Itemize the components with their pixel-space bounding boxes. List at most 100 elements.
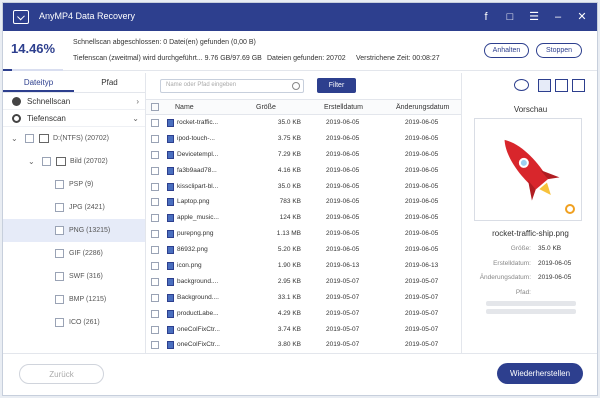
table-row[interactable]: Laptop.png 783 KB 2019-06-05 2019-06-05 bbox=[146, 194, 461, 210]
row-checkbox[interactable] bbox=[151, 246, 159, 255]
cell-created: 2019-05-07 bbox=[326, 277, 360, 285]
tree-item[interactable]: PSP (9) bbox=[3, 173, 145, 196]
table-row[interactable]: productLabe... 4.29 KB 2019-05-07 2019-05-0… bbox=[146, 306, 461, 322]
chevron-down-icon[interactable]: ⌄ bbox=[11, 127, 18, 150]
col-size[interactable]: Größe bbox=[256, 104, 276, 111]
tree-item[interactable]: SWF (316) bbox=[3, 265, 145, 288]
tree-checkbox[interactable] bbox=[42, 157, 51, 166]
image-folder-icon bbox=[56, 157, 66, 166]
row-checkbox[interactable] bbox=[151, 293, 159, 302]
file-icon bbox=[167, 214, 174, 223]
tree-checkbox[interactable] bbox=[55, 295, 64, 304]
tree-item[interactable]: BMP (1215) bbox=[3, 288, 145, 311]
tree-item[interactable]: PNG (13215) bbox=[3, 219, 145, 242]
tree-label: GIF (2286) bbox=[69, 250, 103, 257]
restore-button[interactable]: Wiederherstellen bbox=[497, 363, 583, 384]
tree-checkbox[interactable] bbox=[55, 226, 64, 235]
back-button[interactable]: Zurück bbox=[19, 364, 104, 384]
tree-checkbox[interactable] bbox=[55, 180, 64, 189]
tab-path[interactable]: Pfad bbox=[74, 73, 145, 92]
path-value-blurred-2 bbox=[486, 309, 576, 314]
row-checkbox[interactable] bbox=[151, 198, 159, 207]
chat-icon[interactable]: □ bbox=[503, 10, 517, 24]
tree-checkbox[interactable] bbox=[25, 134, 34, 143]
stop-button[interactable]: Stoppen bbox=[536, 43, 582, 58]
table-row[interactable]: fa3b9aad78... 4.16 KB 2019-06-05 2019-06-05 bbox=[146, 163, 461, 179]
file-icon bbox=[167, 230, 174, 239]
tree-label: ICO (261) bbox=[69, 319, 100, 326]
tab-file-type[interactable]: Dateityp bbox=[3, 73, 74, 92]
quick-scan-item[interactable]: Schnellscan › bbox=[3, 93, 145, 110]
col-modified[interactable]: Änderungsdatum bbox=[396, 104, 449, 111]
row-checkbox[interactable] bbox=[151, 119, 159, 127]
cell-modified: 2019-06-05 bbox=[405, 214, 439, 222]
pause-button[interactable]: Anhalten bbox=[484, 43, 529, 58]
table-row[interactable]: kissclipart-bl... 35.0 KB 2019-06-05 2019-0… bbox=[146, 179, 461, 195]
row-checkbox[interactable] bbox=[151, 150, 159, 159]
grid-view-icon[interactable] bbox=[538, 79, 551, 92]
tree-checkbox[interactable] bbox=[55, 203, 64, 212]
minimize-icon[interactable]: – bbox=[551, 10, 565, 24]
table-row[interactable]: oneColFixCtr... 3.80 KB 2019-05-07 2019-05-… bbox=[146, 337, 461, 353]
select-all-checkbox[interactable] bbox=[151, 103, 159, 111]
table-row[interactable]: Background.... 33.1 KB 2019-05-07 2019-05-0… bbox=[146, 290, 461, 306]
cell-size: 2.95 KB bbox=[277, 277, 301, 285]
search-icon[interactable] bbox=[292, 82, 300, 90]
tree-label: Bild (20702) bbox=[70, 158, 108, 165]
close-icon[interactable]: ✕ bbox=[575, 10, 589, 24]
tree-checkbox[interactable] bbox=[55, 249, 64, 258]
row-checkbox[interactable] bbox=[151, 277, 159, 286]
cell-name: ipod-touch-... bbox=[177, 134, 215, 142]
cell-created: 2019-06-05 bbox=[326, 166, 360, 174]
chevron-down-icon[interactable]: ⌄ bbox=[28, 150, 35, 173]
tree-checkbox[interactable] bbox=[55, 318, 64, 327]
search-input[interactable]: Name oder Pfad eingeben bbox=[160, 79, 304, 93]
col-created[interactable]: Erstelldatum bbox=[324, 104, 363, 111]
deep-scan-item[interactable]: Tiefenscan ⌄ bbox=[3, 110, 145, 127]
list-view-icon[interactable] bbox=[555, 79, 568, 92]
table-row[interactable]: purepng.png 1.13 MB 2019-06-05 2019-06-05 bbox=[146, 226, 461, 242]
tree-item[interactable]: ICO (261) bbox=[3, 311, 145, 334]
row-checkbox[interactable] bbox=[151, 309, 159, 318]
tree-checkbox[interactable] bbox=[55, 272, 64, 281]
table-row[interactable]: icon.png 1.90 KB 2019-06-13 2019-06-13 bbox=[146, 258, 461, 274]
preview-eye-icon[interactable] bbox=[514, 79, 529, 91]
col-name[interactable]: Name bbox=[175, 104, 194, 111]
size-value: 35.0 KB bbox=[538, 245, 562, 252]
cell-size: 783 KB bbox=[279, 198, 301, 206]
filter-button[interactable]: Filter bbox=[317, 78, 356, 93]
row-checkbox[interactable] bbox=[151, 230, 159, 239]
deep-scan-icon bbox=[12, 114, 21, 123]
table-row[interactable]: ipod-touch-... 3.75 KB 2019-06-05 2019-06-0… bbox=[146, 131, 461, 147]
tree-item[interactable]: ⌄ Bild (20702) bbox=[3, 150, 145, 173]
cell-created: 2019-06-05 bbox=[326, 182, 360, 190]
table-row[interactable]: oneColFixCtr... 3.74 KB 2019-05-07 2019-05-… bbox=[146, 322, 461, 338]
table-row[interactable]: 86932.png 5.20 KB 2019-06-05 2019-06-05 bbox=[146, 242, 461, 258]
cell-created: 2019-06-05 bbox=[326, 198, 360, 206]
preview-image bbox=[474, 118, 582, 221]
tree-item[interactable]: ⌄ D:(NTFS) (20702) bbox=[3, 127, 145, 150]
zoom-icon[interactable] bbox=[565, 204, 575, 214]
table-header: Name Größe Erstelldatum Änderungsdatum bbox=[146, 99, 461, 115]
row-checkbox[interactable] bbox=[151, 262, 159, 271]
menu-icon[interactable]: ☰ bbox=[527, 10, 541, 24]
tree-item[interactable]: GIF (2286) bbox=[3, 242, 145, 265]
file-icon bbox=[167, 134, 174, 143]
facebook-icon[interactable]: f bbox=[479, 10, 493, 24]
detail-view-icon[interactable] bbox=[572, 79, 585, 92]
row-checkbox[interactable] bbox=[151, 214, 159, 223]
modified-value: 2019-06-05 bbox=[538, 274, 572, 281]
row-checkbox[interactable] bbox=[151, 325, 159, 334]
row-checkbox[interactable] bbox=[151, 166, 159, 175]
table-row[interactable]: apple_music... 124 KB 2019-06-05 2019-06-05 bbox=[146, 210, 461, 226]
table-row[interactable]: rocket-traffic... 35.0 KB 2019-06-05 2019-0… bbox=[146, 115, 461, 131]
table-row[interactable]: background.... 2.95 KB 2019-05-07 2019-05-0… bbox=[146, 274, 461, 290]
table-row[interactable]: Devicetempl... 7.29 KB 2019-06-05 2019-06-0… bbox=[146, 147, 461, 163]
cell-name: kissclipart-bl... bbox=[177, 182, 219, 190]
row-checkbox[interactable] bbox=[151, 341, 159, 350]
tree-item[interactable]: JPG (2421) bbox=[3, 196, 145, 219]
cell-created: 2019-06-05 bbox=[326, 246, 360, 254]
row-checkbox[interactable] bbox=[151, 182, 159, 191]
file-icon bbox=[167, 150, 174, 159]
row-checkbox[interactable] bbox=[151, 134, 159, 143]
